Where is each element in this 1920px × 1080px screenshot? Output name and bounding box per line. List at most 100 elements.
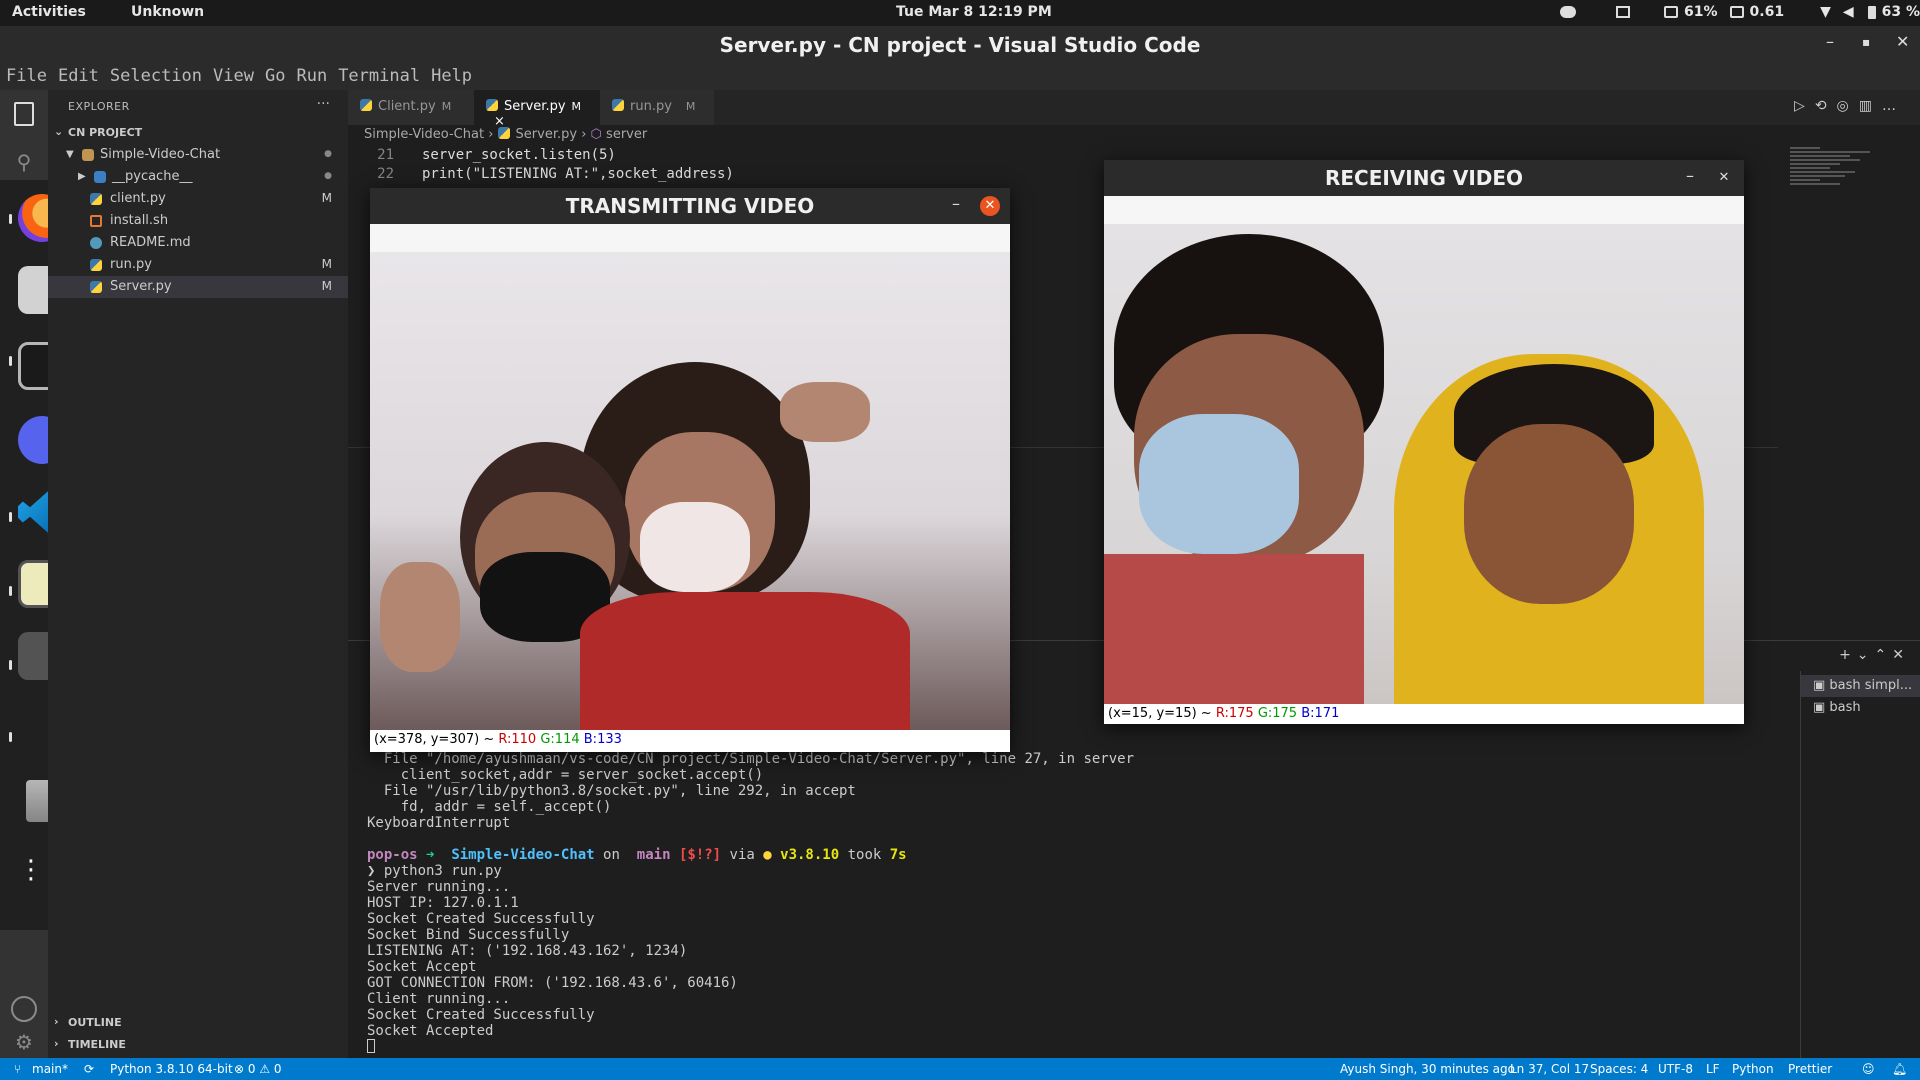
search-icon[interactable]: ⚲ [12,150,36,174]
menu-go[interactable]: Go [265,62,292,90]
video-frame[interactable] [1104,224,1744,704]
python-icon [612,99,624,111]
modified-dot: ● [324,149,332,159]
tab-run-py[interactable]: run.py M [600,90,714,125]
video-frame[interactable] [370,252,1010,730]
line-ending[interactable]: LF [1706,1062,1720,1076]
breadcrumb-file[interactable]: Server.py [516,127,578,142]
python-interpreter[interactable]: Python 3.8.10 64-bit [110,1062,233,1076]
new-terminal-icon[interactable]: +⌄ [1839,647,1874,663]
sync-icon[interactable]: ⟳ [84,1062,94,1076]
battery-meter-value: 61% [1684,4,1718,20]
minimap[interactable] [1790,147,1900,227]
close-window-button[interactable]: ✕ [1896,32,1909,51]
volume-icon[interactable]: ◀ [1843,4,1854,20]
system-tray[interactable]: 61% 0.61 ▼ ◀ 63 % [1560,4,1920,20]
more-actions-icon[interactable]: … [1882,98,1906,114]
menu-selection[interactable]: Selection [110,62,209,90]
gear-icon[interactable]: ⚙ [12,1030,36,1054]
tree-file-run-py[interactable]: run.py M [48,254,348,276]
indentation[interactable]: Spaces: 4 [1590,1062,1648,1076]
menu-terminal[interactable]: Terminal [338,62,427,90]
terminal-session[interactable]: ▣ bash [1801,697,1920,719]
tab-label: run.py [630,99,672,114]
minimize-button[interactable]: – [1686,166,1694,185]
explorer-more-button[interactable]: ··· [317,96,330,112]
tree-folder-pycache[interactable]: ▶ __pycache__ ● [48,166,348,188]
battery-icon[interactable] [1867,5,1876,19]
encoding[interactable]: UTF-8 [1658,1062,1693,1076]
close-panel-icon[interactable]: ✕ [1892,647,1910,663]
prettier-status[interactable]: Prettier [1788,1062,1832,1076]
outline-section-header[interactable]: › OUTLINE [48,1012,348,1034]
network-icon[interactable] [1616,6,1630,18]
terminal-line: Client running... [367,991,511,1007]
maximize-button[interactable]: ▪ [1862,35,1870,49]
terminal-line: KeyboardInterrupt [367,815,511,831]
terminal-session[interactable]: ▣ bash simpl... [1801,675,1920,697]
menu-edit[interactable]: Edit [58,62,106,90]
terminal-line: client_socket,addr = server_socket.accep… [367,767,764,783]
cursor-position[interactable]: Ln 37, Col 17 [1510,1062,1589,1076]
terminal-output[interactable]: File "/home/ayushmaan/vs-code/CN project… [367,751,1787,1056]
tab-client-py[interactable]: Client.py M [348,90,474,125]
prompt-dir: Simple-Video-Chat [451,847,595,863]
timeline-section-header[interactable]: › TIMELINE [48,1034,348,1056]
close-button[interactable]: ✕ [980,196,1000,216]
menu-run[interactable]: Run [296,62,334,90]
terminal-line: Socket Created Successfully [367,911,595,927]
tree-folder-simple-video-chat[interactable]: ▼ Simple-Video-Chat ● [48,144,348,166]
python-icon [90,259,102,271]
wifi-icon[interactable]: ▼ [1820,4,1831,20]
maximize-panel-icon[interactable]: ⌃ [1875,647,1893,663]
terminal-cursor-line [367,1039,1787,1055]
app-menu[interactable]: Unknown [131,4,204,20]
split-editor-icon[interactable]: ▥ [1859,98,1882,114]
line-number: 22 [377,166,394,182]
breadcrumb-symbol[interactable]: server [606,127,647,142]
branch-status[interactable]: main* [32,1062,68,1076]
red-value: R:110 [498,732,537,747]
tree-label: Simple-Video-Chat [100,147,221,162]
tree-file-install-sh[interactable]: install.sh [48,210,348,232]
explorer-icon[interactable] [14,102,34,126]
menu-file[interactable]: File [6,62,54,90]
clock[interactable]: Tue Mar 8 12:19 PM [896,4,1052,20]
account-icon[interactable] [11,996,37,1022]
tree-file-server-py[interactable]: Server.py M [48,276,348,298]
git-commit-icon[interactable]: ◎ [1837,98,1859,114]
activities-button[interactable]: Activities [12,4,86,20]
dock-running-indicator [9,356,12,366]
tree-file-readme[interactable]: README.md [48,232,348,254]
code-text: server_socket.listen(5) [422,147,616,163]
menu-help[interactable]: Help [431,62,479,90]
chevron-right-icon: › [581,127,591,142]
desktop: Activities Unknown Tue Mar 8 12:19 PM 61… [0,0,1920,1080]
minimize-button[interactable]: – [1826,32,1834,51]
git-branch-icon[interactable]: ⑂ [14,1062,21,1076]
menu-view[interactable]: View [213,62,261,90]
receiving-video-window[interactable]: RECEIVING VIDEO – ✕ (x=15, y=15) ~ R:175… [1104,160,1744,724]
run-icon[interactable]: ▷ [1794,98,1815,114]
dock-running-indicator [9,512,12,522]
prompt-version: v3.8.10 [780,847,840,863]
git-blame[interactable]: Ayush Singh, 30 minutes ago [1340,1062,1515,1076]
terminal-icon: ▣ [1813,678,1830,693]
feedback-icon[interactable]: ☺ [1862,1062,1875,1076]
minimize-button[interactable]: – [952,194,960,213]
menu-bar: File Edit Selection View Go Run Terminal… [0,62,1920,90]
tree-label: install.sh [110,213,169,228]
window-title-bar[interactable]: Server.py - CN project - Visual Studio C… [0,26,1920,62]
tree-file-client-py[interactable]: client.py M [48,188,348,210]
language-mode[interactable]: Python [1732,1062,1774,1076]
tray-app-icon[interactable] [1560,6,1576,18]
problems-count[interactable]: ⊗ 0 ⚠ 0 [234,1062,282,1076]
project-section-header[interactable]: ⌄ CN PROJECT [48,122,348,144]
notifications-icon[interactable]: 🔔︎ [1892,1062,1907,1076]
tab-server-py[interactable]: Server.py M × [474,90,600,129]
breadcrumb-folder[interactable]: Simple-Video-Chat [364,127,484,142]
source-control-icon[interactable]: ⟲ [1815,98,1837,114]
transmitting-video-window[interactable]: TRANSMITTING VIDEO – ✕ (x=378, y=307) ~ … [370,188,1010,752]
close-button[interactable]: ✕ [1714,168,1734,188]
